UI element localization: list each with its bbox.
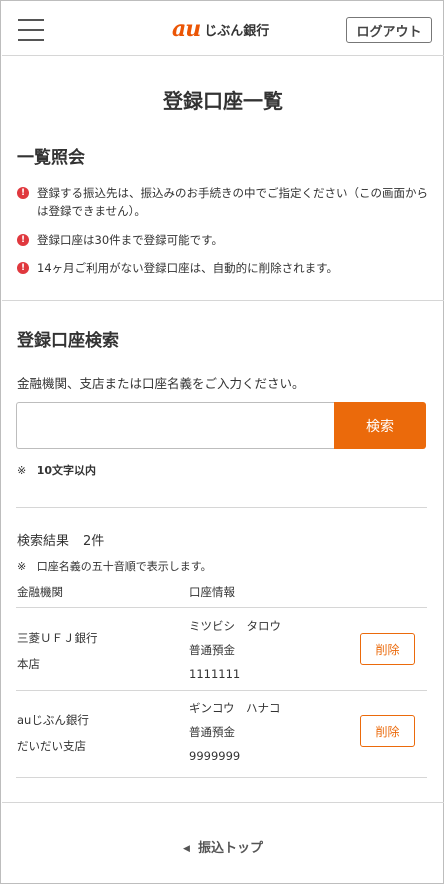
search-guide: 金融機関、支店または口座名義をご入力ください。 xyxy=(17,376,305,391)
result-count: 検索結果 2件 xyxy=(17,530,118,549)
section-divider xyxy=(2,300,444,301)
row-account-type: 普通預金 xyxy=(189,643,235,657)
result-count-label: 検索結果 xyxy=(17,534,70,549)
logo-text: じぶん銀行 xyxy=(204,23,270,39)
alert-icon: ! xyxy=(17,262,29,274)
sort-note: ※ 口座名義の五十音順で表示します。 xyxy=(17,558,212,574)
column-header-account: 口座情報 xyxy=(189,585,235,599)
back-link[interactable]: ◀ 振込トップ xyxy=(1,837,444,856)
row-account-number: 1111111 xyxy=(189,667,241,681)
page-frame: au じぶん銀行 ログアウト 登録口座一覧 一覧照会 ! 登録する振込先は、振込… xyxy=(0,0,444,884)
delete-button[interactable]: 削除 xyxy=(360,633,415,665)
notice-text: 登録口座は30件まで登録可能です。 xyxy=(37,233,223,247)
notice-text: 14ヶ月ご利用がない登録口座は、自動的に削除されます。 xyxy=(37,261,338,275)
note-mark: ※ xyxy=(17,560,27,573)
table-divider xyxy=(16,607,427,608)
logo-mark: au xyxy=(172,16,201,42)
table-divider xyxy=(16,777,427,778)
menu-icon[interactable] xyxy=(18,19,44,41)
notice-item: ! 14ヶ月ご利用がない登録口座は、自動的に削除されます。 xyxy=(17,259,429,277)
footer-divider xyxy=(2,802,444,803)
column-header-bank: 金融機関 xyxy=(17,585,63,599)
table-divider xyxy=(16,690,427,691)
row-branch: だいだい支店 xyxy=(17,739,86,753)
row-account-name: ミツビシ タロウ xyxy=(189,619,281,633)
search-input[interactable] xyxy=(16,402,334,449)
search-heading: 登録口座検索 xyxy=(17,331,119,351)
alert-icon: ! xyxy=(17,234,29,246)
logout-button[interactable]: ログアウト xyxy=(346,17,432,43)
delete-button[interactable]: 削除 xyxy=(360,715,415,747)
note-text: 10文字以内 xyxy=(36,464,97,477)
note-mark: ※ xyxy=(17,464,27,477)
notice-item: ! 登録口座は30件まで登録可能です。 xyxy=(17,231,429,249)
sort-note-text: 口座名義の五十音順で表示します。 xyxy=(36,560,212,573)
row-account-type: 普通預金 xyxy=(189,725,235,739)
input-limit-note: ※ 10文字以内 xyxy=(17,462,96,478)
result-count-value: 2件 xyxy=(83,534,105,549)
row-account-number: 9999999 xyxy=(189,749,241,763)
notice-text: 登録する振込先は、振込みのお手続きの中でご指定ください（この画面からは登録できま… xyxy=(37,186,428,218)
logo[interactable]: au じぶん銀行 xyxy=(172,16,269,42)
row-account-name: ギンコウ ハナコ xyxy=(189,701,281,715)
alert-icon: ! xyxy=(17,187,29,199)
row-bank: auじぶん銀行 xyxy=(17,713,89,727)
notice-item: ! 登録する振込先は、振込みのお手続きの中でご指定ください（この画面からは登録で… xyxy=(17,184,429,220)
header: au じぶん銀行 ログアウト xyxy=(2,2,444,56)
row-bank: 三菱ＵＦＪ銀行 xyxy=(17,631,98,645)
search-button[interactable]: 検索 xyxy=(334,402,426,449)
row-branch: 本店 xyxy=(17,657,40,671)
section-divider xyxy=(16,507,427,508)
page-title: 登録口座一覧 xyxy=(163,89,283,113)
overview-heading: 一覧照会 xyxy=(17,148,85,168)
triangle-left-icon: ◀ xyxy=(183,844,190,854)
back-link-label: 振込トップ xyxy=(197,841,263,856)
